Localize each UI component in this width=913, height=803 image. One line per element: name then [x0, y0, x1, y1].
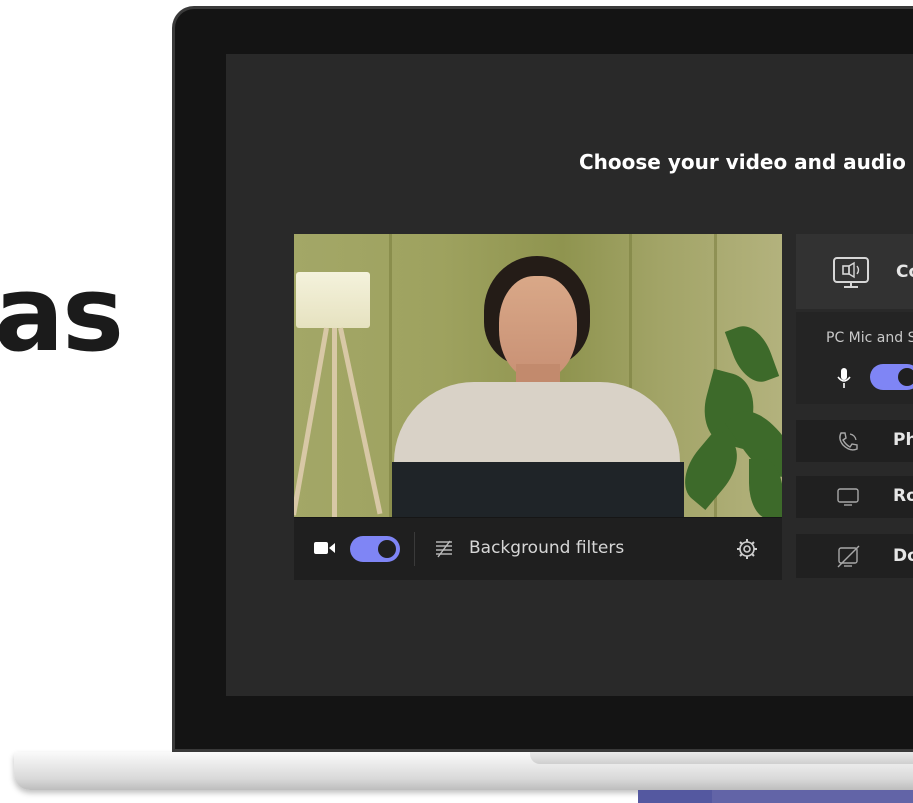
computer-audio-option[interactable]: Co [796, 234, 913, 309]
gear-icon[interactable] [736, 538, 758, 560]
video-camera-icon [314, 542, 335, 554]
computer-audio-icon [833, 257, 869, 288]
background-filters-icon [436, 540, 452, 558]
pc-mic-label: PC Mic and S [826, 330, 913, 346]
pre-join-screen: Choose your video and audio o Background… [226, 54, 913, 696]
page-title: Choose your video and audio o [579, 150, 913, 174]
room-audio-option[interactable]: Ro [796, 476, 913, 518]
audio-off-icon [837, 545, 860, 568]
phone-audio-option[interactable]: Ph [796, 420, 913, 462]
brand-accent-bar [638, 790, 913, 803]
phone-icon [839, 432, 858, 451]
lamp [296, 272, 370, 328]
video-preview [294, 234, 782, 517]
dont-use-audio-label: Do [893, 546, 913, 566]
microphone-icon [837, 368, 851, 388]
dont-use-audio-option[interactable]: Do [796, 534, 913, 578]
video-toolbar: Background filters [294, 517, 782, 580]
background-filters-button[interactable]: Background filters [469, 538, 624, 558]
room-audio-label: Ro [893, 486, 913, 506]
room-device-icon [837, 488, 859, 506]
phone-audio-label: Ph [893, 430, 913, 450]
camera-toggle[interactable] [350, 536, 400, 562]
microphone-toggle[interactable] [870, 364, 913, 390]
brand-text-fragment: as [0, 253, 124, 375]
pc-mic-panel: PC Mic and S [796, 312, 913, 404]
laptop-hinge [530, 752, 913, 764]
computer-audio-label: Co [896, 262, 913, 282]
